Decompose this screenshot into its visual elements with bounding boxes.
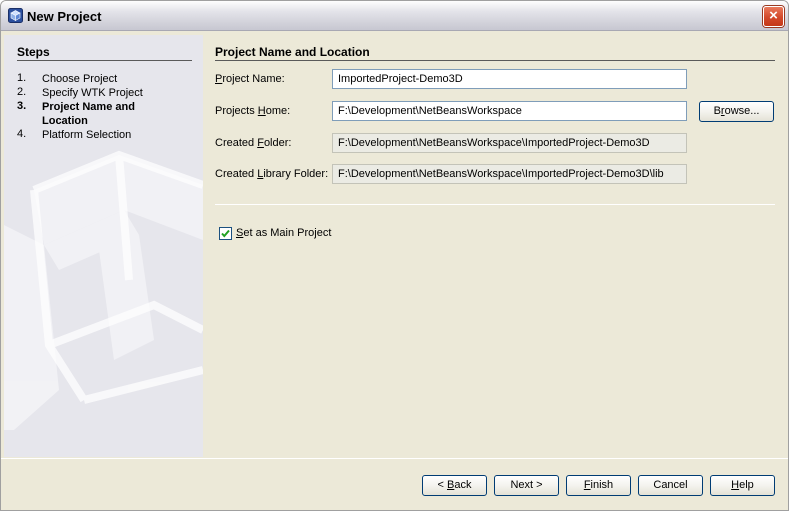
step-number: 1. bbox=[17, 72, 27, 84]
step-platform-selection: Platform Selection bbox=[42, 129, 132, 141]
steps-panel: Steps 1. Choose Project 2. Specify WTK P… bbox=[4, 35, 203, 457]
created-folder-field[interactable] bbox=[332, 133, 687, 153]
projects-home-input[interactable] bbox=[332, 101, 687, 121]
help-button[interactable]: Help bbox=[710, 475, 775, 496]
panel-title: Project Name and Location bbox=[215, 45, 370, 59]
browse-button[interactable]: Browse... bbox=[699, 101, 774, 122]
step-choose-project: Choose Project bbox=[42, 73, 118, 85]
created-folder-label: Created Folder: bbox=[215, 137, 292, 149]
window-title: New Project bbox=[27, 9, 102, 24]
project-name-location-panel: Project Name and Location Project Name: … bbox=[203, 35, 786, 457]
step-number: 2. bbox=[17, 86, 27, 98]
created-library-folder-label: Created Library Folder: bbox=[215, 168, 329, 180]
title-bar[interactable]: New Project × bbox=[1, 1, 788, 31]
new-project-dialog: New Project × Steps 1. Choose Project 2.… bbox=[0, 0, 789, 511]
button-bar-separator bbox=[1, 458, 788, 459]
wireframe-cube-watermark bbox=[4, 150, 203, 430]
projects-home-label: Projects Home: bbox=[215, 105, 291, 117]
step-specify-wtk-project: Specify WTK Project bbox=[42, 87, 143, 99]
steps-divider bbox=[17, 60, 192, 61]
step-project-name-and-location: Project Name and Location bbox=[42, 101, 135, 127]
next-button[interactable]: Next > bbox=[494, 475, 559, 496]
netbeans-cube-icon bbox=[8, 8, 23, 23]
close-button[interactable]: × bbox=[763, 6, 784, 27]
finish-button[interactable]: Finish bbox=[566, 475, 631, 496]
close-icon: × bbox=[769, 7, 778, 24]
steps-title: Steps bbox=[17, 45, 50, 59]
set-as-main-project-checkbox[interactable] bbox=[219, 227, 232, 240]
dialog-content: Steps 1. Choose Project 2. Specify WTK P… bbox=[1, 32, 788, 458]
created-library-folder-field[interactable] bbox=[332, 164, 687, 184]
step-number: 4. bbox=[17, 128, 27, 140]
step-number: 3. bbox=[17, 100, 27, 112]
project-name-label: Project Name: bbox=[215, 73, 285, 85]
cancel-button[interactable]: Cancel bbox=[638, 475, 703, 496]
back-button[interactable]: < Back bbox=[422, 475, 487, 496]
checkmark-icon bbox=[221, 229, 230, 238]
set-as-main-project-label[interactable]: Set as Main Project bbox=[236, 227, 331, 239]
options-separator bbox=[215, 204, 775, 205]
project-name-input[interactable] bbox=[332, 69, 687, 89]
panel-divider bbox=[215, 60, 775, 61]
